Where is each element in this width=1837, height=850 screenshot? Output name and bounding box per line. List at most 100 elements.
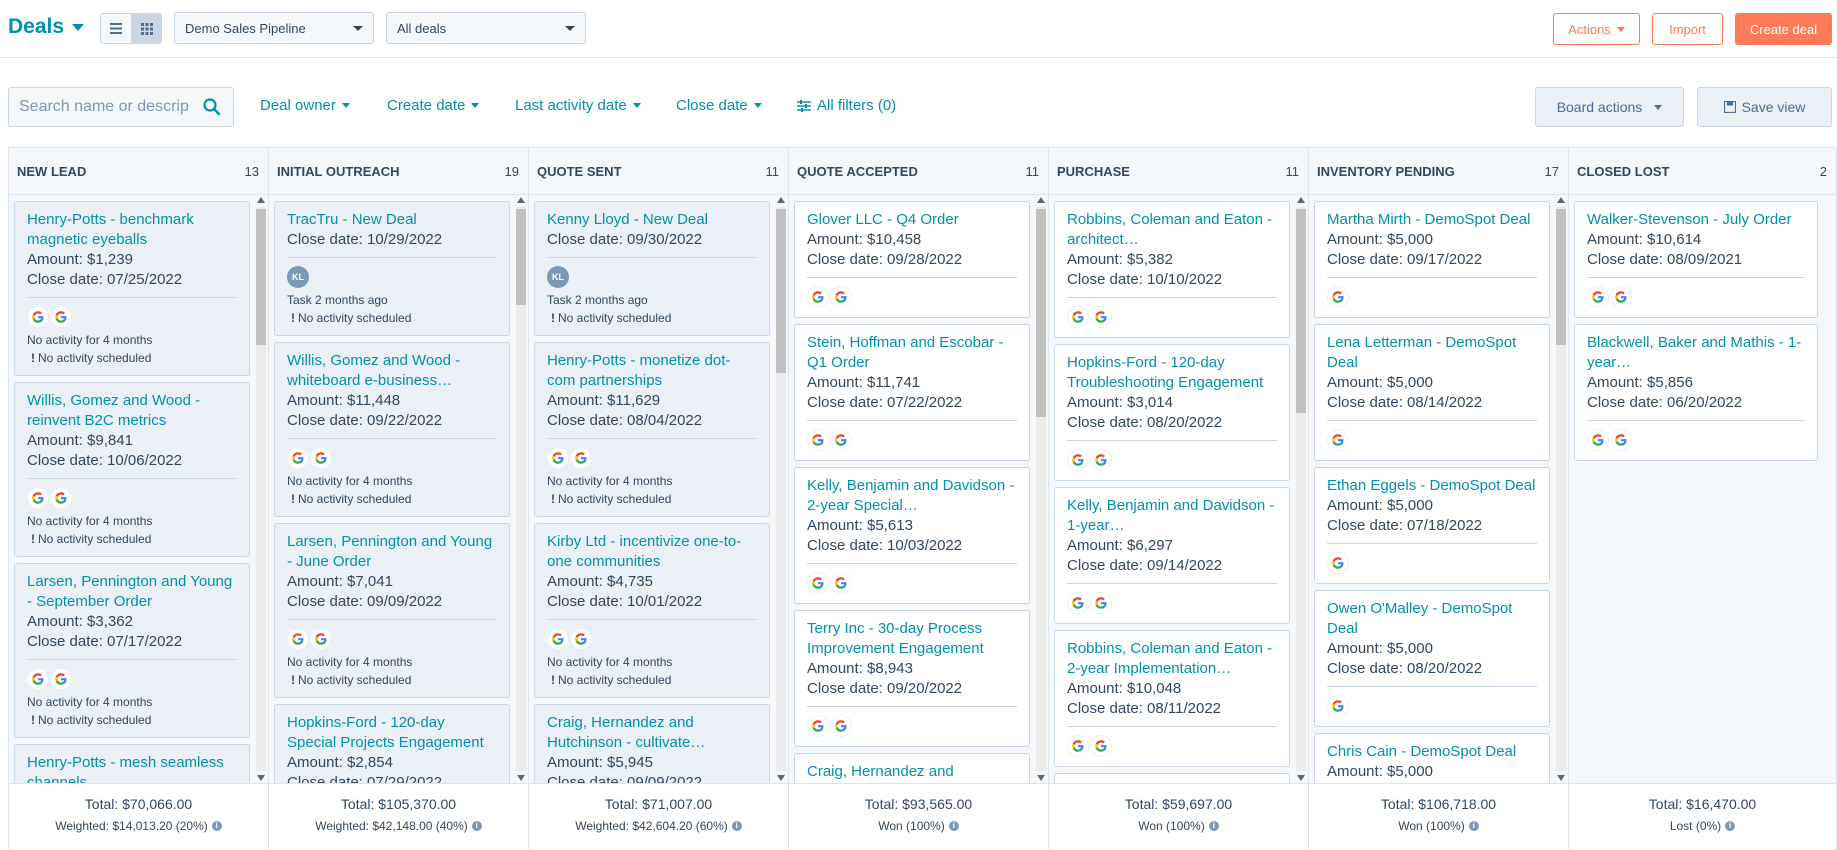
google-avatar-icon[interactable] (1327, 429, 1349, 451)
scroll-thumb[interactable] (256, 209, 266, 345)
deal-name-link[interactable]: Lena Letterman - DemoSpot Deal (1327, 333, 1537, 373)
google-avatar-icon[interactable] (1587, 286, 1609, 308)
pipeline-select[interactable]: Demo Sales Pipeline (174, 12, 374, 44)
google-avatar-icon[interactable] (50, 487, 72, 509)
board-actions-button[interactable]: Board actions (1535, 87, 1684, 127)
board-view-button[interactable] (131, 14, 161, 43)
deal-card[interactable]: TracTru - New Deal Close date: 10/29/2022… (274, 201, 510, 336)
google-avatar-icon[interactable] (27, 306, 49, 328)
list-view-button[interactable] (101, 14, 131, 43)
deal-name-link[interactable]: Henry-Potts - benchmark magnetic eyeball… (27, 210, 237, 250)
google-avatar-icon[interactable] (1067, 306, 1089, 328)
google-avatar-icon[interactable] (830, 572, 852, 594)
google-avatar-icon[interactable] (50, 668, 72, 690)
page-title-dropdown[interactable]: Deals (8, 15, 85, 39)
last-activity-date-filter[interactable]: Last activity date (515, 97, 641, 114)
deal-name-link[interactable]: Craig, Hernandez and Hutchinson - cultiv… (547, 713, 757, 753)
owner-avatar[interactable]: KL (287, 266, 309, 288)
deal-name-link[interactable]: Willis, Gomez and Wood - whiteboard e-bu… (287, 351, 497, 391)
deal-owner-filter[interactable]: Deal owner (260, 97, 350, 114)
deal-name-link[interactable]: Robbins, Coleman and Eaton - 2-year Impl… (1067, 639, 1277, 679)
google-avatar-icon[interactable] (1090, 592, 1112, 614)
google-avatar-icon[interactable] (1067, 592, 1089, 614)
deal-name-link[interactable]: Willis, Gomez and Wood - reinvent B2C me… (27, 391, 237, 431)
deal-card[interactable]: Henry-Potts - mesh seamless channelsAmou… (14, 744, 250, 783)
deal-name-link[interactable]: Kirby Ltd - incentivize one-to-one commu… (547, 532, 757, 572)
google-avatar-icon[interactable] (50, 306, 72, 328)
deal-card[interactable]: Kirby Ltd - incentivize one-to-one commu… (534, 523, 770, 698)
stage-card-list[interactable]: Kenny Lloyd - New Deal Close date: 09/30/… (529, 195, 788, 783)
deal-card[interactable]: Larsen, Pennington and Young - June Orde… (274, 523, 510, 698)
column-scrollbar[interactable] (1294, 195, 1308, 783)
deal-card[interactable]: Blackwell, Baker and Mathis - 1-year… Amo… (1574, 324, 1818, 461)
create-deal-button[interactable]: Create deal (1735, 13, 1832, 45)
deal-card[interactable]: Kenny Lloyd - New Deal Close date: 09/30/… (534, 201, 770, 336)
google-avatar-icon[interactable] (1090, 449, 1112, 471)
deal-name-link[interactable]: Hopkins-Ford - 120-day Troubleshooting E… (1067, 353, 1277, 393)
scroll-down-icon[interactable] (257, 775, 265, 781)
deal-card[interactable]: Glover LLC - Q4 Order Amount: $10,458 Clos… (794, 201, 1030, 318)
deal-name-link[interactable]: Kelly, Benjamin and Davidson - 1-year… (1067, 496, 1277, 536)
google-avatar-icon[interactable] (1610, 429, 1632, 451)
scroll-down-icon[interactable] (1037, 775, 1045, 781)
stage-card-list[interactable]: Robbins, Coleman and Eaton - architect… A… (1049, 195, 1308, 783)
google-avatar-icon[interactable] (830, 286, 852, 308)
create-date-filter[interactable]: Create date (387, 97, 480, 114)
deal-card[interactable]: Lena Letterman - DemoSpot Deal Amount: $5… (1314, 324, 1550, 461)
deal-card[interactable]: Craig, Hernandez and Hutchinson - cultiv… (534, 704, 770, 783)
deal-card[interactable]: Henry-Potts - benchmark magnetic eyeball… (14, 201, 250, 376)
google-avatar-icon[interactable] (1327, 695, 1349, 717)
google-avatar-icon[interactable] (830, 429, 852, 451)
deal-card[interactable]: Martha Mirth - DemoSpot Deal Amount: $5,0… (1314, 201, 1550, 318)
info-icon[interactable]: i (1208, 821, 1219, 831)
scroll-down-icon[interactable] (1557, 775, 1565, 781)
deal-name-link[interactable]: Robbins, Coleman and Eaton - architect… (1067, 210, 1277, 250)
scroll-up-icon[interactable] (777, 197, 785, 203)
google-avatar-icon[interactable] (1090, 306, 1112, 328)
deal-card[interactable]: Willis, Gomez and Wood - reinvent B2C me… (14, 382, 250, 557)
owner-avatar[interactable]: KL (547, 266, 569, 288)
google-avatar-icon[interactable] (1090, 735, 1112, 757)
google-avatar-icon[interactable] (27, 487, 49, 509)
deal-card[interactable]: Stein, Hoffman and Escobar - Q1 Order Amo… (794, 324, 1030, 461)
column-scrollbar[interactable] (1034, 195, 1048, 783)
deal-name-link[interactable]: Larsen, Pennington and Young - June Orde… (287, 532, 497, 572)
deal-card[interactable]: Hopkins-Ford - 120-day Troubleshooting E… (1054, 344, 1290, 481)
google-avatar-icon[interactable] (1327, 286, 1349, 308)
stage-card-list[interactable]: TracTru - New Deal Close date: 10/29/2022… (269, 195, 528, 783)
deal-card[interactable]: Willis, Gomez and Wood - whiteboard e-bu… (274, 342, 510, 517)
info-icon[interactable]: i (211, 821, 222, 831)
google-avatar-icon[interactable] (807, 715, 829, 737)
info-icon[interactable]: i (1468, 821, 1479, 831)
deal-name-link[interactable]: Hopkins-Ford - 120-day Special Projects … (287, 713, 497, 753)
deal-card[interactable]: Henry-Potts - monetize dot-com partnersh… (534, 342, 770, 517)
deal-name-link[interactable]: Craig, Hernandez and Hutchinson - 2-year… (807, 762, 1017, 783)
scroll-down-icon[interactable] (777, 775, 785, 781)
stage-card-list[interactable]: Henry-Potts - benchmark magnetic eyeball… (9, 195, 268, 783)
google-avatar-icon[interactable] (1067, 449, 1089, 471)
deal-name-link[interactable]: TracTru - New Deal (287, 210, 497, 230)
deal-card[interactable]: Keller LLC - December OrderAmount: $3,65… (1054, 773, 1290, 783)
scroll-down-icon[interactable] (1297, 775, 1305, 781)
stage-card-list[interactable]: Walker-Stevenson - July Order Amount: $10… (1569, 195, 1836, 783)
deal-name-link[interactable]: Owen O'Malley - DemoSpot Deal (1327, 599, 1537, 639)
scroll-down-icon[interactable] (517, 775, 525, 781)
deal-card[interactable]: Robbins, Coleman and Eaton - architect… A… (1054, 201, 1290, 338)
google-avatar-icon[interactable] (1610, 286, 1632, 308)
column-scrollbar[interactable] (254, 195, 268, 783)
scroll-up-icon[interactable] (517, 197, 525, 203)
info-icon[interactable]: i (471, 821, 482, 831)
scroll-up-icon[interactable] (1037, 197, 1045, 203)
deal-name-link[interactable]: Larsen, Pennington and Young - September… (27, 572, 237, 612)
scroll-thumb[interactable] (516, 209, 526, 305)
stage-card-list[interactable]: Glover LLC - Q4 Order Amount: $10,458 Clos… (789, 195, 1048, 783)
deal-name-link[interactable]: Henry-Potts - monetize dot-com partnersh… (547, 351, 757, 391)
save-view-button[interactable]: Save view (1697, 87, 1832, 127)
deal-name-link[interactable]: Glover LLC - Q4 Order (807, 210, 1017, 230)
column-scrollbar[interactable] (514, 195, 528, 783)
deal-name-link[interactable]: Kenny Lloyd - New Deal (547, 210, 757, 230)
scroll-thumb[interactable] (1556, 209, 1566, 345)
google-avatar-icon[interactable] (830, 715, 852, 737)
google-avatar-icon[interactable] (547, 447, 569, 469)
search-input[interactable] (9, 98, 189, 116)
